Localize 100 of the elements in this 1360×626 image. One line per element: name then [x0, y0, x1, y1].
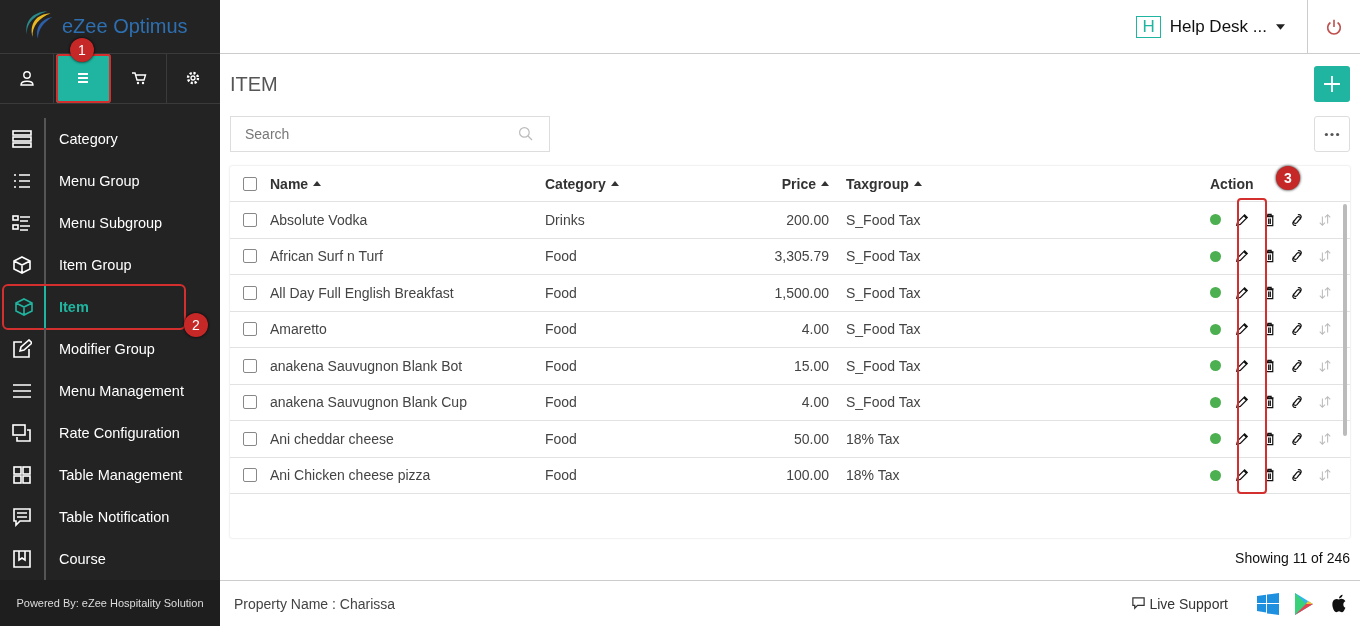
search-field[interactable]: Search: [230, 116, 550, 152]
sort-caret-icon: [313, 181, 322, 186]
table-cell-text: S_Food Tax: [845, 248, 922, 265]
table-cell-text: Food: [545, 284, 578, 301]
sidebar-menu-item[interactable]: Category: [0, 118, 212, 161]
power-icon: [1325, 17, 1343, 36]
column-header[interactable]: Taxgroup: [829, 175, 1210, 192]
table-cell-text: S_Food Tax: [845, 211, 922, 228]
table-cell-text: anakena Sauvugnon Blank Bot: [270, 357, 464, 374]
link-icon[interactable]: [1290, 395, 1304, 410]
row-checkbox[interactable]: [243, 285, 257, 300]
table-cell-text: Ani Chicken cheese pizza: [270, 467, 432, 484]
table-cell-text: 4.00: [800, 394, 829, 411]
windows-icon[interactable]: [1256, 591, 1280, 616]
annotation-badge: 3: [1276, 165, 1300, 190]
table-cell-text: 200.00: [785, 211, 829, 228]
table-cell-text: 50.00: [792, 430, 829, 447]
row-checkbox[interactable]: [243, 249, 257, 264]
pencil-icon[interactable]: [1235, 249, 1249, 264]
row-checkbox[interactable]: [243, 358, 257, 373]
column-header[interactable]: Price: [715, 175, 829, 192]
table-cell-text: anakena Sauvugnon Blank Cup: [270, 394, 468, 411]
table-cell-text: Ani cheddar cheese: [270, 430, 395, 447]
user-menu[interactable]: H Help Desk ...: [1136, 0, 1307, 53]
table-cell-text: S_Food Tax: [845, 284, 922, 301]
table-cell-text: 3,305.79: [773, 248, 829, 265]
pencil-icon[interactable]: [1235, 395, 1249, 410]
sidebar-menu-item[interactable]: Table Management: [0, 454, 212, 497]
row-checkbox[interactable]: [243, 468, 257, 483]
table-cell-text: 18% Tax: [845, 430, 901, 447]
table-cell-text: S_Food Tax: [845, 321, 922, 338]
annotation-badge: 1: [70, 37, 94, 62]
chat-icon: [1131, 596, 1147, 611]
table-cell-text: Food: [545, 394, 578, 411]
search-icon: [518, 126, 534, 142]
table-cell-text: 1,500.00: [773, 284, 829, 301]
sidebar-tab[interactable]: [56, 53, 111, 104]
link-icon[interactable]: [1290, 358, 1304, 373]
pencil-icon[interactable]: [1235, 468, 1249, 483]
sort-caret-icon: [610, 181, 619, 186]
sidebar-menu-item[interactable]: Table Notification: [0, 496, 212, 539]
pencil-icon[interactable]: [1235, 431, 1249, 446]
table-cell-text: S_Food Tax: [845, 394, 922, 411]
add-button[interactable]: [1314, 66, 1350, 102]
table-cell-text: Drinks: [545, 211, 586, 228]
sidebar-menu-item[interactable]: Menu Management: [0, 370, 212, 413]
row-checkbox[interactable]: [243, 395, 257, 410]
settings-icon: [185, 70, 202, 87]
table-cell-text: Absolute Vodka: [270, 211, 369, 228]
powered-by-text: Powered By: eZee Hospitality Solution: [0, 580, 220, 626]
book-icon: [12, 549, 32, 570]
sidebar-menu-item[interactable]: Rate Configuration: [0, 412, 212, 455]
plus-icon: [1322, 74, 1342, 94]
link-icon[interactable]: [1290, 285, 1304, 300]
property-name: Property Name : Charissa: [234, 595, 396, 612]
table-cell-text: All Day Full English Breakfast: [270, 284, 455, 301]
link-icon[interactable]: [1290, 212, 1304, 227]
sort-caret-icon: [821, 181, 829, 186]
sidebar-menu-item[interactable]: Item: [4, 286, 184, 329]
live-support-link[interactable]: Live Support: [1131, 595, 1228, 612]
page-title: ITEM: [230, 72, 278, 96]
user-icon: [18, 70, 35, 87]
cart-icon: [131, 70, 148, 87]
list-icon: [12, 129, 32, 150]
table-cell-text: Food: [545, 357, 578, 374]
list-icon: [12, 213, 32, 234]
column-header[interactable]: Name: [270, 175, 545, 192]
pencil-icon[interactable]: [1235, 285, 1249, 300]
more-icon: [1324, 131, 1340, 137]
link-icon[interactable]: [1290, 468, 1304, 483]
row-checkbox[interactable]: [243, 212, 257, 227]
grid-icon: [12, 465, 32, 486]
table-cell-text: African Surf n Turf: [270, 248, 384, 265]
pencil-icon[interactable]: [1235, 212, 1249, 227]
link-icon[interactable]: [1290, 322, 1304, 337]
sort-caret-icon: [913, 181, 922, 186]
app-logo-text: eZee Optimus: [62, 14, 188, 38]
sidebar-menu-item[interactable]: Menu Subgroup: [0, 202, 212, 245]
table-cell-text: 15.00: [792, 357, 829, 374]
table-cell-text: Food: [545, 248, 578, 265]
sidebar-menu-item[interactable]: Menu Group: [0, 160, 212, 203]
table-cell-text: 100.00: [785, 467, 829, 484]
box-icon: [12, 255, 32, 276]
table-cell-text: S_Food Tax: [845, 357, 922, 374]
column-header[interactable]: Category: [545, 175, 715, 192]
annotation-badge: 2: [184, 313, 208, 338]
table-cell-text: Food: [545, 321, 578, 338]
link-icon[interactable]: [1290, 249, 1304, 264]
row-checkbox[interactable]: [243, 431, 257, 446]
link-icon[interactable]: [1290, 431, 1304, 446]
sidebar-menu-item[interactable]: Item Group: [0, 244, 212, 287]
table-cell-text: 4.00: [800, 321, 829, 338]
edit-icon: [12, 339, 32, 360]
pencil-icon[interactable]: [1235, 358, 1249, 373]
chat-icon: [12, 507, 32, 528]
row-checkbox[interactable]: [243, 322, 257, 337]
pencil-icon[interactable]: [1235, 322, 1249, 337]
table-cell-text: Food: [545, 430, 578, 447]
select-all-checkbox[interactable]: [243, 176, 257, 191]
copy-icon: [12, 423, 32, 444]
